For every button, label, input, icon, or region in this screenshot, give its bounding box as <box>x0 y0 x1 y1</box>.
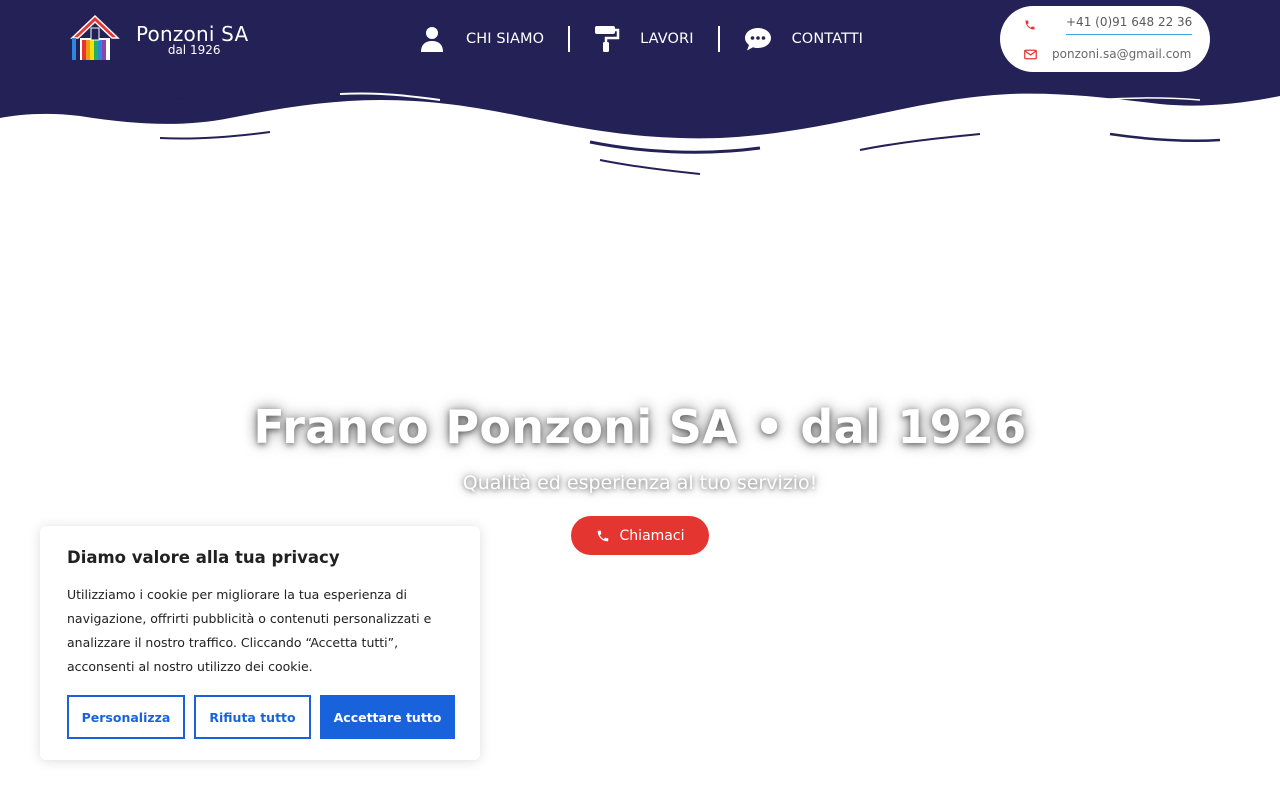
contact-email-text: ponzoni.sa@gmail.com <box>1052 47 1192 61</box>
hero-title: Franco Ponzoni SA • dal 1926 <box>253 400 1027 454</box>
phone-icon <box>597 530 608 541</box>
cookie-accept-button[interactable]: Accettare tutto <box>320 695 455 739</box>
nav-label-contatti: CONTATTI <box>791 31 864 47</box>
main-nav: CHI SIAMO LAVORI CONTATTI <box>418 24 863 54</box>
call-button-label: Chiamaci <box>619 527 685 544</box>
cookie-title: Diamo valore alla tua privacy <box>67 548 340 567</box>
call-button[interactable]: Chiamaci <box>571 516 709 555</box>
contact-box: +41 (0)91 648 22 36 ponzoni.sa@gmail.com <box>1000 6 1210 72</box>
nav-item-chi-siamo[interactable]: CHI SIAMO <box>418 25 544 53</box>
brand-text: Ponzoni SA dal 1926 <box>136 14 248 56</box>
cookie-buttons: Personalizza Rifiuta tutto Accettare tut… <box>67 695 455 739</box>
envelope-icon <box>1020 49 1040 60</box>
cookie-reject-button[interactable]: Rifiuta tutto <box>194 695 311 739</box>
nav-label-lavori: LAVORI <box>640 31 694 47</box>
hero-subtitle: Qualità ed esperienza al tuo servizio! <box>462 472 818 494</box>
chat-icon <box>744 26 772 52</box>
contact-phone-text: +41 (0)91 648 22 36 <box>1066 15 1193 35</box>
cookie-consent-banner: Diamo valore alla tua privacy Utilizziam… <box>40 526 480 760</box>
nav-divider <box>717 26 720 52</box>
nav-item-lavori[interactable]: LAVORI <box>594 25 693 53</box>
contact-email-row[interactable]: ponzoni.sa@gmail.com <box>1020 47 1191 61</box>
user-icon <box>418 25 446 53</box>
cookie-customize-button[interactable]: Personalizza <box>67 695 185 739</box>
nav-label-chi-siamo: CHI SIAMO <box>466 31 545 47</box>
nav-item-contatti[interactable]: CONTATTI <box>744 26 863 52</box>
contact-phone-row[interactable]: +41 (0)91 648 22 36 <box>1020 15 1193 35</box>
phone-icon <box>1020 19 1040 31</box>
cookie-description: Utilizziamo i cookie per migliorare la t… <box>67 587 432 674</box>
house-rainbow-logo-icon <box>70 14 120 60</box>
nav-divider <box>568 26 571 52</box>
brand-logo[interactable]: Ponzoni SA dal 1926 <box>68 14 248 64</box>
paint-roller-icon <box>594 25 620 53</box>
